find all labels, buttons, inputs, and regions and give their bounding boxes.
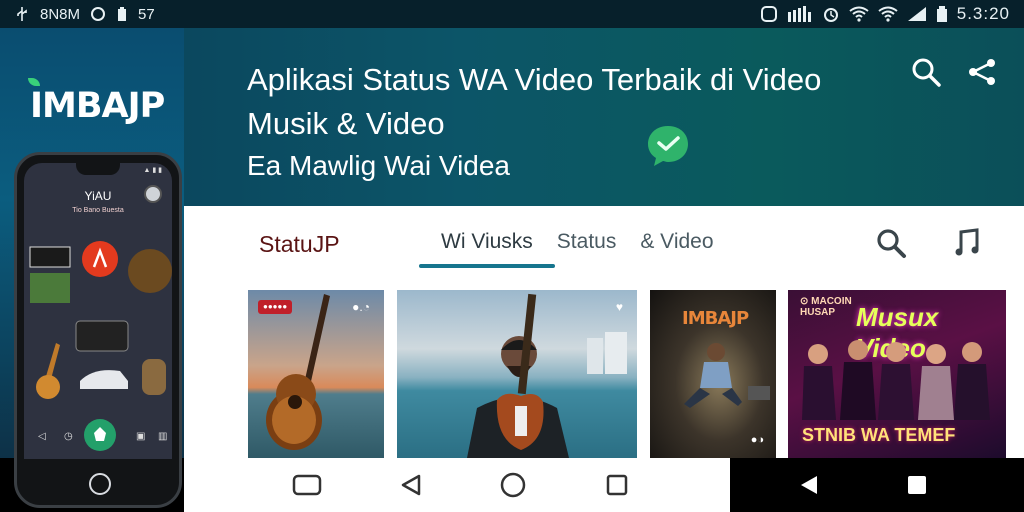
svg-text:◁: ◁ bbox=[38, 431, 46, 442]
tab-video[interactable]: & Video bbox=[628, 230, 725, 272]
status-left-text: 8N8M bbox=[40, 5, 81, 23]
hero-search-icon[interactable] bbox=[910, 56, 942, 88]
phone-mockup: ▲ ▮ ▮ YiAU Tio Bano Buesta ◁ ◷ ▣ ▥ bbox=[14, 152, 182, 508]
hero-share-icon[interactable] bbox=[966, 56, 998, 88]
back-icon[interactable] bbox=[396, 470, 426, 500]
phone-home-button[interactable] bbox=[89, 473, 111, 495]
overview-icon-dark[interactable] bbox=[902, 470, 932, 500]
status-battery-text: 57 bbox=[138, 5, 155, 23]
guitar-illustration bbox=[266, 294, 330, 450]
content-area: StatuJP Wi Viusks Status & Video ●●●●● ●… bbox=[184, 206, 1024, 458]
video-thumbnail-stage[interactable]: IMBAJP ●◑ bbox=[650, 290, 776, 458]
wifi-icon bbox=[849, 5, 869, 23]
recent-apps-icon[interactable] bbox=[292, 470, 322, 500]
status-bar: 8N8M 57 5.3:20 bbox=[0, 0, 1024, 28]
status-time: 5.3:20 bbox=[956, 4, 1010, 23]
wifi-icon-2 bbox=[878, 5, 898, 23]
phone-app-grid: ◁ ◷ ▣ ▥ bbox=[29, 241, 172, 451]
brand-logo-text: IMBAJP bbox=[30, 86, 165, 126]
guitarist-illustration bbox=[467, 293, 627, 458]
circle-icon bbox=[90, 5, 106, 23]
battery-icon bbox=[936, 5, 948, 23]
signal-bars-icon bbox=[787, 5, 813, 23]
chat-bubble-icon bbox=[644, 122, 692, 170]
stage-illustration bbox=[684, 343, 770, 408]
video-thumbnail-guitar-sunset[interactable]: ●●●●● ●.◔ bbox=[248, 290, 384, 458]
video-thumbnail-neon-group[interactable]: ⊙ MACOIN HUSAP Musux Video STNIB WA TEME… bbox=[788, 290, 1006, 458]
svg-text:◷: ◷ bbox=[64, 431, 73, 442]
svg-text:▣: ▣ bbox=[136, 431, 145, 442]
battery-small-icon bbox=[116, 5, 128, 23]
app-title: StatuJP bbox=[259, 231, 340, 257]
nav-right-shade bbox=[730, 458, 1024, 512]
phone-screen: ▲ ▮ ▮ YiAU Tio Bano Buesta ◁ ◷ ▣ ▥ bbox=[24, 163, 172, 459]
tab-wi-viusks[interactable]: Wi Viusks bbox=[419, 230, 555, 272]
content-search-icon[interactable] bbox=[874, 226, 908, 260]
leaf-icon bbox=[28, 78, 40, 86]
svg-text:▥: ▥ bbox=[158, 431, 167, 442]
alarm-icon bbox=[822, 5, 840, 23]
hero-subtitle: Ea Mawlig Wai Videa bbox=[247, 150, 511, 181]
usb-icon bbox=[14, 5, 30, 23]
cell-signal-icon bbox=[907, 5, 927, 23]
video-thumbnail-guitarist-sea[interactable]: ♥ bbox=[397, 290, 637, 458]
hero-title: Aplikasi Status WA Video Terbaik di Vide… bbox=[247, 62, 822, 141]
overview-icon[interactable] bbox=[602, 470, 632, 500]
tab-bar: Wi Viusks Status & Video bbox=[419, 230, 726, 272]
thumbnail-footer: STNIB WA TEMEF bbox=[802, 425, 956, 445]
brand-logo: IMBAJP bbox=[28, 78, 165, 126]
home-icon[interactable] bbox=[498, 470, 528, 500]
music-note-icon[interactable] bbox=[952, 224, 986, 258]
tab-status[interactable]: Status bbox=[545, 230, 629, 272]
notification-icon bbox=[760, 5, 778, 23]
screen: 8N8M 57 5.3:20 Aplikasi Status WA Video … bbox=[0, 0, 1024, 512]
back-icon-dark[interactable] bbox=[794, 470, 824, 500]
playback-control-icon[interactable]: ●◑ bbox=[751, 434, 764, 446]
